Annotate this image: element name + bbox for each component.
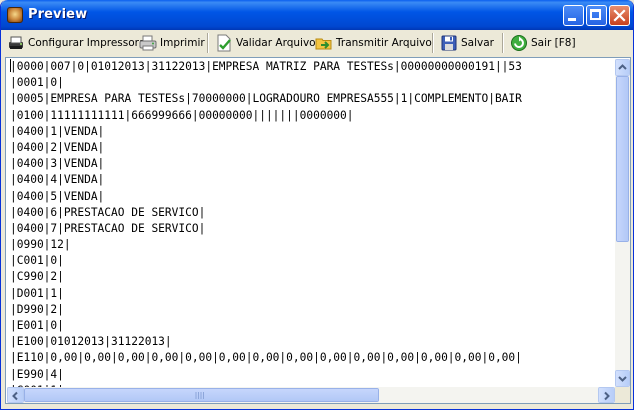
preview-window: Preview Configurar Impressora Imprimir V… bbox=[0, 0, 634, 410]
scroll-right-button[interactable] bbox=[598, 387, 615, 403]
maximize-button[interactable] bbox=[586, 5, 607, 26]
configure-printer-label: Configurar Impressora bbox=[28, 36, 146, 49]
toolbar-separator bbox=[502, 33, 504, 53]
toolbar-separator bbox=[432, 33, 434, 53]
validate-file-icon bbox=[215, 34, 233, 52]
maximize-icon bbox=[590, 9, 601, 20]
scroll-up-button[interactable] bbox=[615, 59, 630, 76]
exit-label: Sair [F8] bbox=[531, 36, 576, 49]
transmit-file-icon bbox=[315, 34, 333, 52]
scroll-down-button[interactable] bbox=[615, 370, 630, 387]
print-button[interactable]: Imprimir bbox=[139, 31, 205, 54]
text-line: |C990|2| bbox=[10, 270, 64, 284]
transmit-file-label: Transmitir Arquivo bbox=[336, 36, 432, 49]
arrow-down-icon bbox=[618, 376, 627, 382]
vertical-scrollbar[interactable] bbox=[615, 59, 630, 387]
scroll-grip-icon bbox=[195, 392, 204, 399]
horizontal-scrollbar[interactable] bbox=[7, 387, 615, 403]
text-line: |0100|11111111111|666999666|00000000||||… bbox=[10, 108, 354, 122]
title-bar[interactable]: Preview bbox=[1, 0, 633, 30]
text-line: |E001|0| bbox=[10, 319, 64, 332]
exit-icon bbox=[510, 34, 528, 52]
vertical-scroll-thumb[interactable] bbox=[616, 76, 629, 242]
text-line: |E100|01012013|31122013| bbox=[10, 335, 172, 349]
file-content[interactable]: |0000|007|0|01012013|31122013|EMPRESA MA… bbox=[7, 59, 614, 387]
arrow-left-icon bbox=[12, 391, 18, 401]
minimize-icon bbox=[568, 18, 576, 21]
save-label: Salvar bbox=[461, 36, 494, 49]
text-line: |C001|0| bbox=[10, 254, 64, 268]
validate-file-button[interactable]: Validar Arquivo bbox=[215, 31, 316, 54]
transmit-file-button[interactable]: Transmitir Arquivo bbox=[315, 31, 432, 54]
text-line: |0400|1|VENDA| bbox=[10, 124, 105, 138]
print-label: Imprimir bbox=[160, 36, 205, 49]
printer-setup-icon bbox=[7, 34, 25, 52]
text-line: |0400|2|VENDA| bbox=[10, 140, 105, 154]
horizontal-scroll-thumb[interactable] bbox=[24, 388, 379, 402]
text-line: |E110|0,00|0,00|0,00|0,00|0,00|0,00|0,00… bbox=[10, 351, 522, 365]
text-line: |0400|6|PRESTACAO DE SERVICO| bbox=[10, 205, 206, 219]
arrow-up-icon bbox=[618, 64, 627, 70]
text-line: |0400|7|PRESTACAO DE SERVICO| bbox=[10, 221, 206, 235]
close-button[interactable] bbox=[609, 5, 630, 26]
minimize-button[interactable] bbox=[563, 5, 584, 26]
app-icon[interactable] bbox=[7, 7, 23, 23]
toolbar-separator bbox=[207, 33, 209, 53]
text-line: |0001|0| bbox=[10, 76, 64, 90]
text-line: |0005|EMPRESA PARA TESTESs|70000000|LOGR… bbox=[10, 92, 522, 106]
printer-icon bbox=[139, 34, 157, 52]
scrollbar-corner bbox=[615, 387, 630, 403]
text-line: |0400|3|VENDA| bbox=[10, 157, 105, 171]
window-title: Preview bbox=[28, 7, 88, 22]
toolbar: Configurar Impressora Imprimir Validar A… bbox=[5, 30, 631, 56]
text-caret bbox=[10, 59, 11, 72]
floppy-disk-icon bbox=[440, 34, 458, 52]
preview-text-area[interactable]: |0000|007|0|01012013|31122013|EMPRESA MA… bbox=[5, 57, 631, 404]
validate-file-label: Validar Arquivo bbox=[236, 36, 316, 49]
text-line: |D990|2| bbox=[10, 302, 64, 316]
text-line: |D001|1| bbox=[10, 286, 64, 300]
configure-printer-button[interactable]: Configurar Impressora bbox=[7, 31, 145, 54]
arrow-right-icon bbox=[604, 391, 610, 401]
text-line: |E990|4| bbox=[10, 367, 64, 381]
save-button[interactable]: Salvar bbox=[440, 31, 494, 54]
exit-button[interactable]: Sair [F8] bbox=[510, 31, 576, 54]
text-line: |0400|4|VENDA| bbox=[10, 173, 105, 187]
close-icon bbox=[613, 9, 626, 22]
text-line: |0400|5|VENDA| bbox=[10, 189, 105, 203]
scroll-left-button[interactable] bbox=[7, 387, 24, 403]
text-line: |0000|007|0|01012013|31122013|EMPRESA MA… bbox=[10, 59, 522, 73]
text-line: |0990|12| bbox=[10, 238, 71, 252]
